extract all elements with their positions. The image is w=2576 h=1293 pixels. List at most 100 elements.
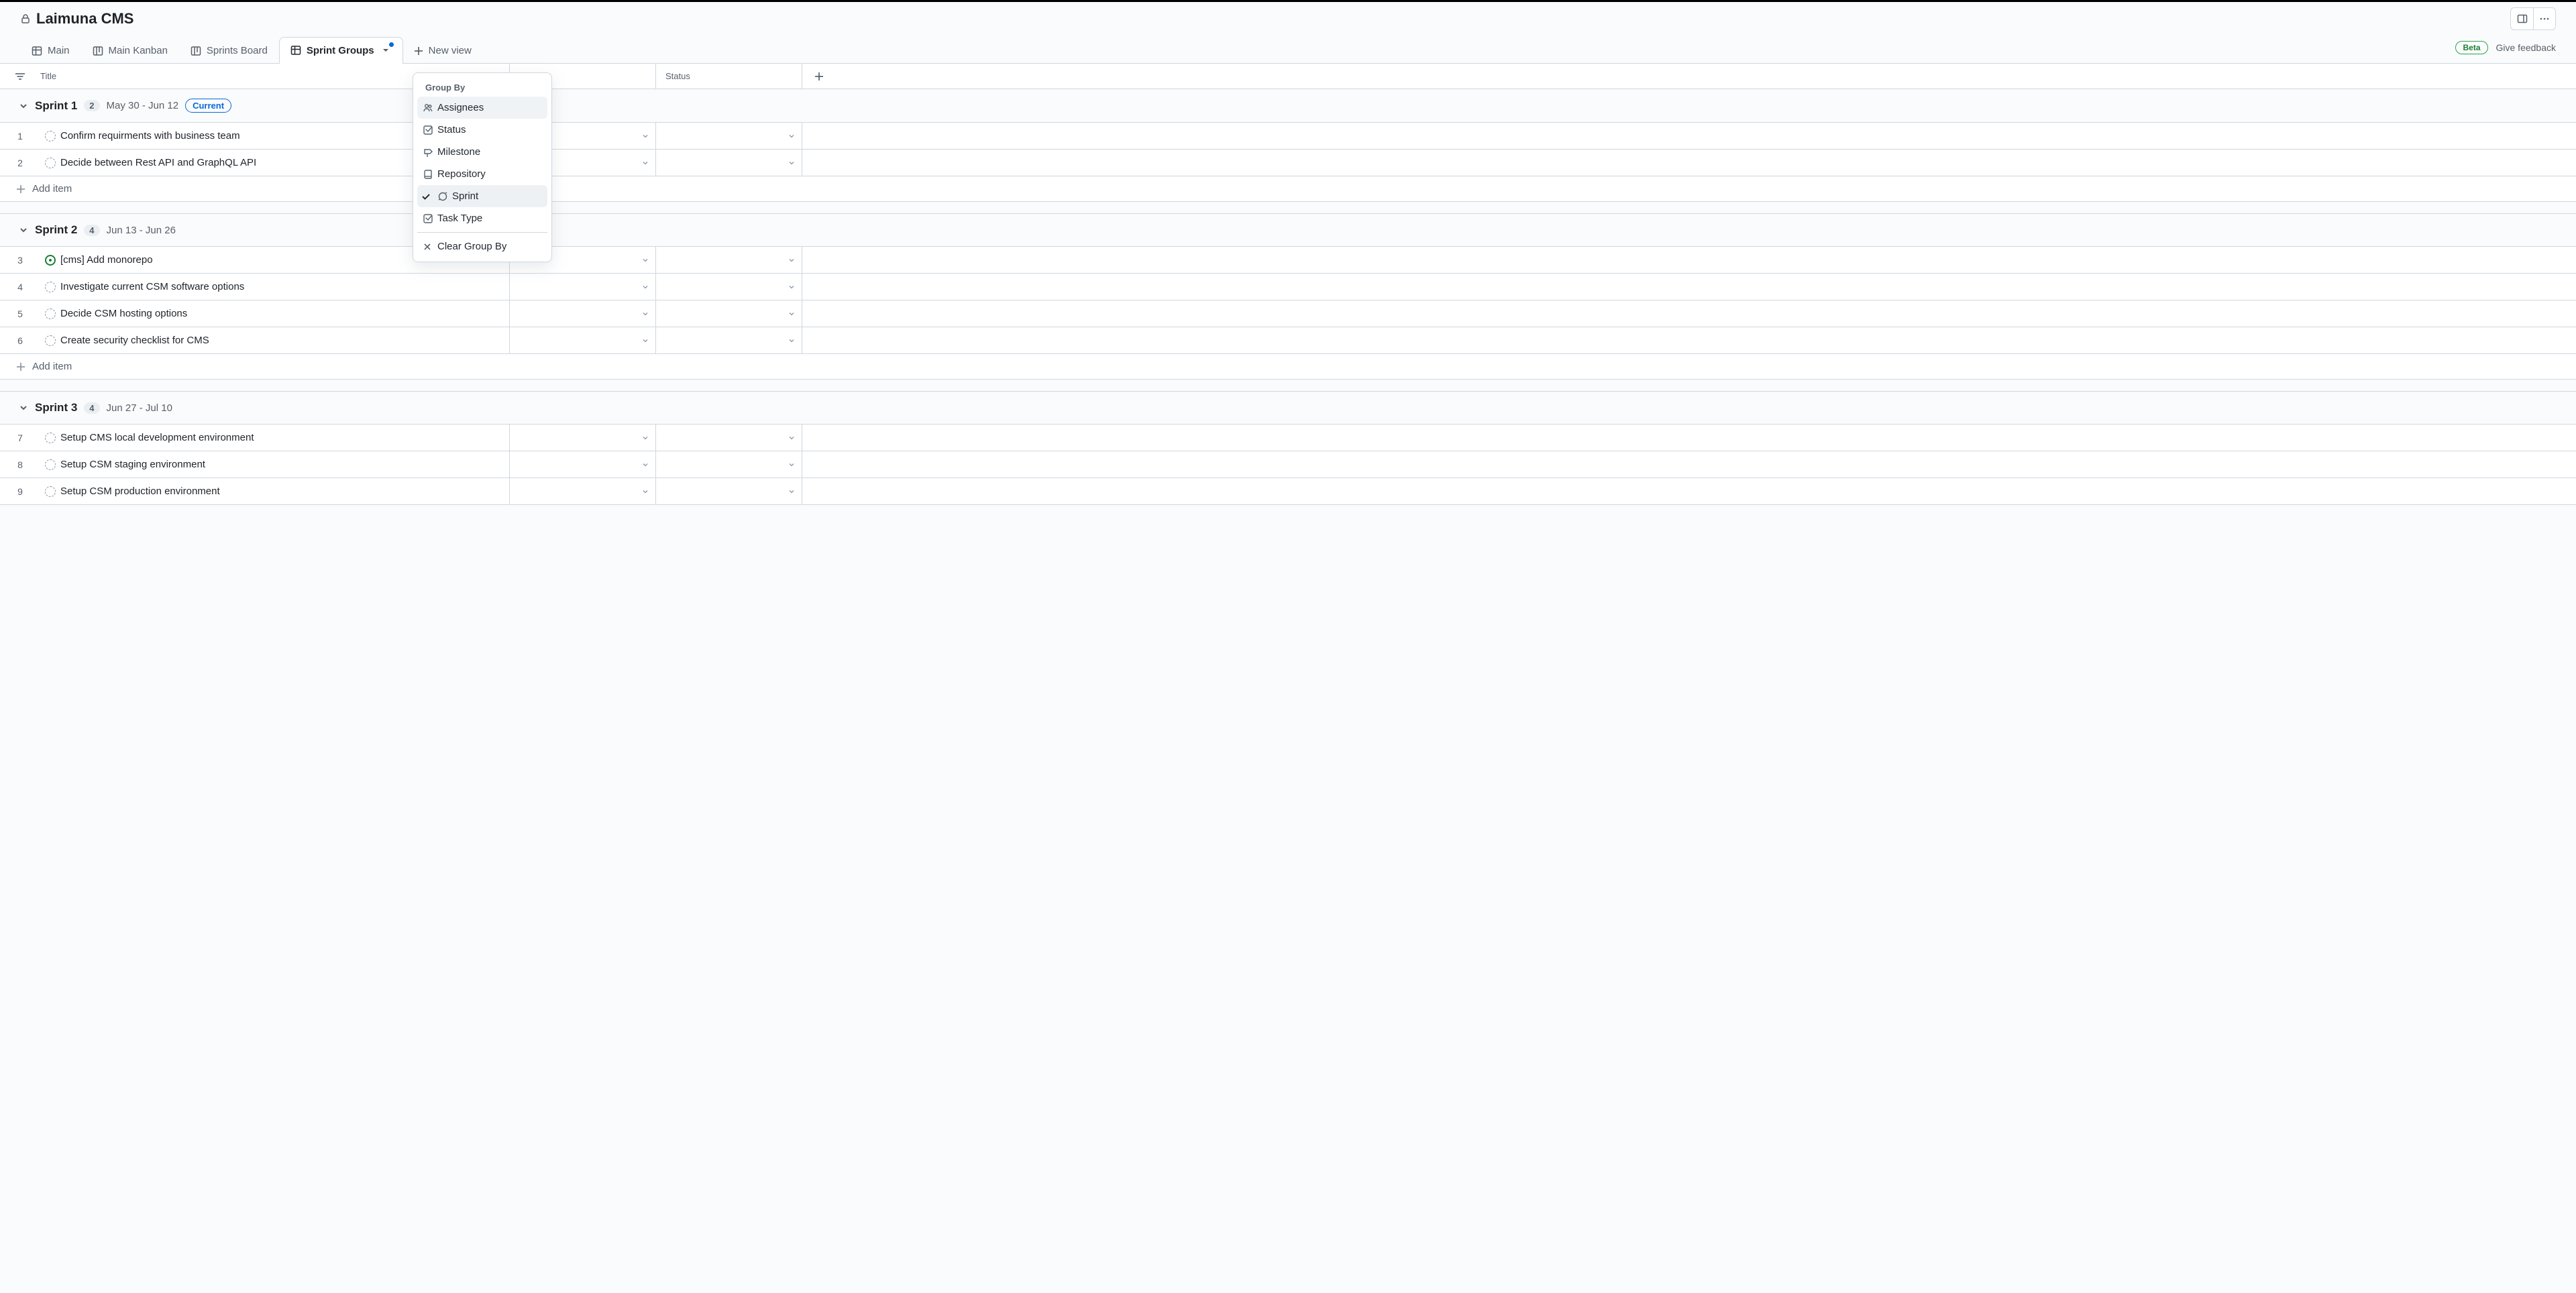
- status-cell[interactable]: [656, 247, 802, 273]
- table-row[interactable]: 2 Decide between Rest API and GraphQL AP…: [0, 150, 2576, 176]
- tab-main-kanban[interactable]: Main Kanban: [81, 38, 179, 63]
- table-row[interactable]: 4 Investigate current CSM software optio…: [0, 274, 2576, 300]
- group-name: Sprint 2: [35, 223, 77, 237]
- row-number: 2: [0, 150, 40, 176]
- group-date-range: Jun 27 - Jul 10: [107, 402, 172, 414]
- add-item-label: Add item: [32, 183, 72, 194]
- menu-item-sprint[interactable]: Sprint: [417, 185, 547, 207]
- menu-item-label: Status: [437, 124, 466, 135]
- menu-item-clear-group-by[interactable]: Clear Group By: [417, 235, 547, 258]
- add-column-button[interactable]: [802, 64, 836, 89]
- table-row[interactable]: 5 Decide CSM hosting options: [0, 300, 2576, 327]
- table-row[interactable]: 9 Setup CSM production environment: [0, 478, 2576, 505]
- table-row[interactable]: 6 Create security checklist for CMS: [0, 327, 2576, 354]
- row-title[interactable]: Investigate current CSM software options: [60, 274, 510, 300]
- close-icon: [423, 242, 432, 251]
- project-title[interactable]: Laimuna CMS: [36, 10, 133, 27]
- menu-item-repository[interactable]: Repository: [417, 163, 547, 185]
- tab-dropdown-button[interactable]: [380, 44, 392, 56]
- beta-badge: Beta: [2455, 41, 2487, 54]
- tab-label: Main Kanban: [109, 45, 168, 56]
- menu-item-label: Repository: [437, 168, 486, 180]
- row-number: 1: [0, 123, 40, 149]
- row-number: 4: [0, 274, 40, 300]
- assignees-cell[interactable]: [510, 425, 656, 451]
- more-options-button[interactable]: [2533, 7, 2556, 30]
- status-cell[interactable]: [656, 274, 802, 300]
- chevron-down-icon: [19, 403, 28, 412]
- tab-label: Sprint Groups: [307, 45, 374, 56]
- milestone-icon: [423, 147, 433, 158]
- table-row[interactable]: 1 Confirm requirments with business team: [0, 123, 2576, 150]
- filter-button[interactable]: [0, 64, 40, 89]
- status-cell[interactable]: [656, 425, 802, 451]
- group-name: Sprint 3: [35, 401, 77, 414]
- sprint-icon: [437, 191, 448, 202]
- tab-label: Main: [48, 45, 70, 56]
- row-number: 7: [0, 425, 40, 451]
- tab-label: Sprints Board: [207, 45, 268, 56]
- menu-item-milestone[interactable]: Milestone: [417, 141, 547, 163]
- status-cell[interactable]: [656, 327, 802, 353]
- row-title[interactable]: Setup CSM production environment: [60, 478, 510, 504]
- table-row[interactable]: 8 Setup CSM staging environment: [0, 451, 2576, 478]
- status-cell[interactable]: [656, 300, 802, 327]
- menu-title: Group By: [417, 77, 547, 97]
- repository-icon: [423, 169, 433, 180]
- assignees-cell[interactable]: [510, 274, 656, 300]
- new-view-button[interactable]: New view: [403, 38, 482, 63]
- columns-header: Title es Status: [0, 64, 2576, 89]
- status-cell[interactable]: [656, 150, 802, 176]
- status-cell[interactable]: [656, 123, 802, 149]
- menu-item-label: Task Type: [437, 213, 482, 224]
- group-header[interactable]: Sprint 2 4 Jun 13 - Jun 26: [0, 214, 2576, 247]
- draft-issue-icon: [45, 433, 56, 443]
- row-number: 5: [0, 300, 40, 327]
- current-badge: Current: [185, 99, 231, 113]
- add-item-button[interactable]: Add item: [0, 354, 2576, 380]
- kanban-icon: [191, 46, 201, 56]
- row-title[interactable]: Setup CSM staging environment: [60, 451, 510, 477]
- tab-sprints-board[interactable]: Sprints Board: [179, 38, 279, 63]
- column-status-header[interactable]: Status: [656, 64, 802, 89]
- plus-icon: [16, 184, 25, 194]
- plus-icon: [16, 362, 25, 372]
- tab-sprint-groups[interactable]: Sprint Groups: [279, 37, 403, 64]
- table-row[interactable]: 7 Setup CMS local development environmen…: [0, 425, 2576, 451]
- add-item-button[interactable]: Add item: [0, 176, 2576, 202]
- check-icon: [421, 192, 431, 201]
- row-title[interactable]: Create security checklist for CMS: [60, 327, 510, 353]
- draft-issue-icon: [45, 486, 56, 497]
- draft-issue-icon: [45, 158, 56, 168]
- assignees-cell[interactable]: [510, 300, 656, 327]
- group-header[interactable]: Sprint 1 2 May 30 - Jun 12 Current: [0, 89, 2576, 123]
- menu-item-task-type[interactable]: Task Type: [417, 207, 547, 229]
- panel-toggle-button[interactable]: [2510, 7, 2533, 30]
- status-cell[interactable]: [656, 451, 802, 477]
- plus-icon: [414, 46, 423, 56]
- kanban-icon: [93, 46, 103, 56]
- row-title[interactable]: Setup CMS local development environment: [60, 425, 510, 451]
- table-icon: [32, 46, 42, 56]
- menu-item-status[interactable]: Status: [417, 119, 547, 141]
- draft-issue-icon: [45, 282, 56, 292]
- give-feedback-link[interactable]: Give feedback: [2496, 42, 2557, 53]
- tabs-row: Main Main Kanban Sprints Board Sprint Gr…: [0, 30, 2576, 64]
- assignees-cell[interactable]: [510, 478, 656, 504]
- menu-item-label: Milestone: [437, 146, 480, 158]
- assignees-cell[interactable]: [510, 451, 656, 477]
- menu-item-assignees[interactable]: Assignees: [417, 97, 547, 119]
- tab-main[interactable]: Main: [20, 38, 81, 63]
- status-cell[interactable]: [656, 478, 802, 504]
- chevron-down-icon: [19, 101, 28, 111]
- row-number: 9: [0, 478, 40, 504]
- table-row[interactable]: 3 [cms] Add monorepo: [0, 247, 2576, 274]
- group-count-badge: 4: [84, 402, 99, 414]
- menu-item-label: Assignees: [437, 102, 484, 113]
- assignees-cell[interactable]: [510, 327, 656, 353]
- lock-icon: [20, 13, 31, 24]
- group-date-range: Jun 13 - Jun 26: [107, 225, 176, 236]
- row-title[interactable]: Decide CSM hosting options: [60, 300, 510, 327]
- group-header[interactable]: Sprint 3 4 Jun 27 - Jul 10: [0, 392, 2576, 425]
- project-header: Laimuna CMS: [0, 2, 2576, 30]
